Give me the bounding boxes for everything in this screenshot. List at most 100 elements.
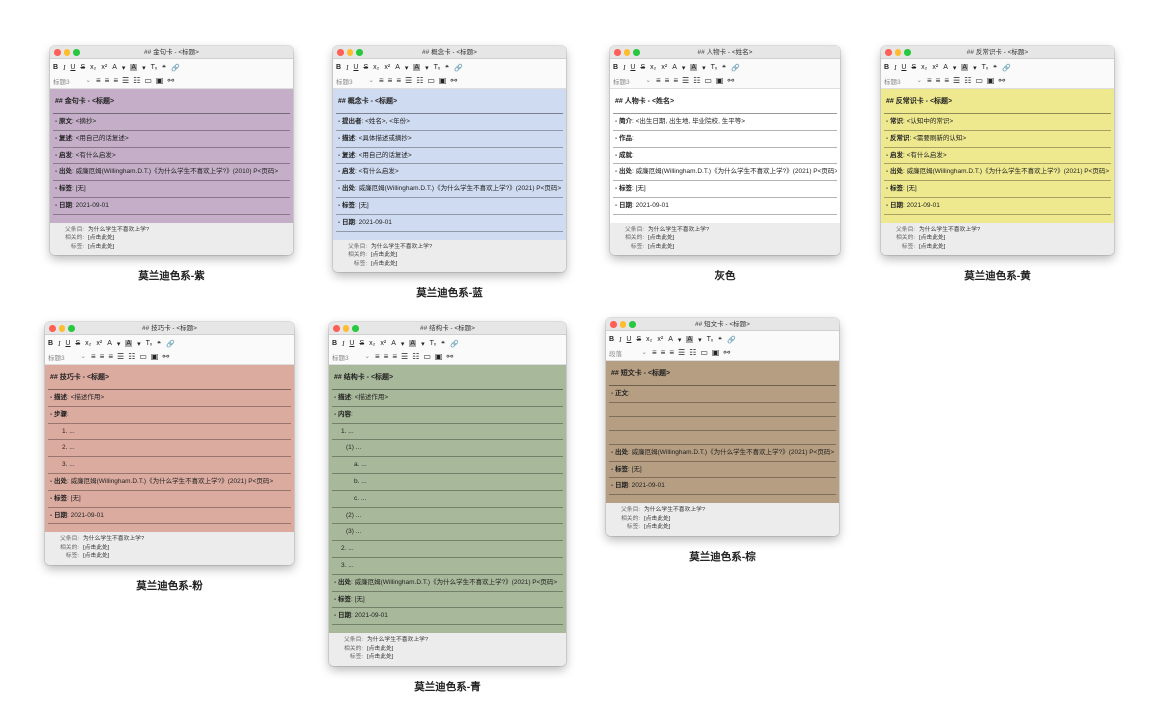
strike-button[interactable]: S bbox=[80, 64, 85, 71]
superscript-button[interactable]: x² bbox=[932, 64, 938, 71]
align-left-icon[interactable]: ≡ bbox=[927, 76, 932, 85]
align-center-icon[interactable]: ≡ bbox=[384, 352, 389, 361]
tags-field-value[interactable]: [点击此处] bbox=[644, 523, 670, 532]
parent-field-value[interactable]: 为什么学生不喜欢上学? bbox=[648, 226, 709, 235]
close-button[interactable] bbox=[337, 49, 344, 56]
strike-button[interactable]: S bbox=[363, 64, 368, 71]
find-icon[interactable]: ⚯ bbox=[723, 348, 730, 357]
subscript-button[interactable]: x₂ bbox=[369, 340, 375, 347]
font-color-button[interactable]: A bbox=[672, 64, 677, 71]
clear-format-button[interactable]: Tₓ bbox=[707, 336, 714, 343]
related-field-value[interactable]: [点击此处] bbox=[367, 645, 393, 654]
bold-button[interactable]: B bbox=[332, 340, 337, 347]
font-color-button[interactable]: A bbox=[107, 340, 112, 347]
parent-field-value[interactable]: 为什么学生不喜欢上学? bbox=[371, 243, 432, 252]
minimize-button[interactable] bbox=[342, 325, 349, 332]
align-center-icon[interactable]: ≡ bbox=[388, 76, 393, 85]
minimize-button[interactable] bbox=[894, 49, 901, 56]
tags-field-value[interactable]: [点击此处] bbox=[371, 260, 397, 269]
font-color-dropdown-button[interactable]: ▾ bbox=[682, 64, 686, 72]
indent-icon[interactable]: ▭ bbox=[975, 76, 983, 85]
superscript-button[interactable]: x² bbox=[96, 340, 102, 347]
paragraph-style-select[interactable]: 标题3 ⌄ bbox=[884, 76, 922, 86]
find-icon[interactable]: ⚯ bbox=[727, 76, 734, 85]
note-content[interactable]: ## 反常识卡 - <标题> - 常识: <认知中的常识> - 反常识: <需要刷新… bbox=[881, 89, 1114, 223]
bold-button[interactable]: B bbox=[609, 336, 614, 343]
italic-button[interactable]: I bbox=[342, 340, 344, 348]
font-color-button[interactable]: A bbox=[391, 340, 396, 347]
align-right-icon[interactable]: ≡ bbox=[108, 352, 113, 361]
font-color-dropdown-button[interactable]: ▾ bbox=[122, 64, 126, 72]
align-right-icon[interactable]: ≡ bbox=[392, 352, 397, 361]
tags-field-value[interactable]: [点击此处] bbox=[648, 243, 674, 252]
parent-field-value[interactable]: 为什么学生不喜欢上学? bbox=[919, 226, 980, 235]
numbered-list-icon[interactable]: ☷ bbox=[133, 76, 140, 85]
highlight-button[interactable]: A bbox=[409, 340, 417, 347]
subscript-button[interactable]: x₂ bbox=[373, 64, 379, 71]
font-color-button[interactable]: A bbox=[112, 64, 117, 71]
align-left-icon[interactable]: ≡ bbox=[656, 76, 661, 85]
italic-button[interactable]: I bbox=[58, 340, 60, 348]
link-button[interactable]: 🔗 bbox=[166, 340, 175, 348]
close-button[interactable] bbox=[614, 49, 621, 56]
find-icon[interactable]: ⚯ bbox=[450, 76, 457, 85]
subscript-button[interactable]: x₂ bbox=[921, 64, 927, 71]
note-content[interactable]: ## 金句卡 - <标题> - 原文: <摘抄> - 复述: <用自己的话复述> - … bbox=[50, 89, 293, 223]
font-color-button[interactable]: A bbox=[395, 64, 400, 71]
tags-field-value[interactable]: [点击此处] bbox=[83, 552, 109, 561]
align-right-icon[interactable]: ≡ bbox=[673, 76, 678, 85]
underline-button[interactable]: U bbox=[349, 340, 354, 347]
indent-icon[interactable]: ▭ bbox=[427, 76, 435, 85]
bullet-list-icon[interactable]: ☰ bbox=[678, 348, 685, 357]
table-icon[interactable]: ▣ bbox=[156, 76, 164, 85]
indent-icon[interactable]: ▭ bbox=[704, 76, 712, 85]
link-button[interactable]: 🔗 bbox=[171, 64, 180, 72]
superscript-button[interactable]: x² bbox=[384, 64, 390, 71]
strike-button[interactable]: S bbox=[636, 336, 641, 343]
subscript-button[interactable]: x₂ bbox=[646, 336, 652, 343]
align-center-icon[interactable]: ≡ bbox=[661, 348, 666, 357]
zoom-button[interactable] bbox=[904, 49, 911, 56]
bullet-list-icon[interactable]: ☰ bbox=[401, 352, 408, 361]
parent-field-value[interactable]: 为什么学生不喜欢上学? bbox=[367, 636, 428, 645]
subscript-button[interactable]: x₂ bbox=[90, 64, 96, 71]
clear-format-button[interactable]: Tₓ bbox=[430, 340, 437, 347]
highlight-button[interactable]: A bbox=[125, 340, 133, 347]
highlight-dropdown-button[interactable]: ▾ bbox=[142, 64, 146, 72]
clear-format-button[interactable]: Tₓ bbox=[146, 340, 153, 347]
underline-button[interactable]: U bbox=[901, 64, 906, 71]
italic-button[interactable]: I bbox=[346, 64, 348, 72]
zoom-button[interactable] bbox=[68, 325, 75, 332]
find-icon[interactable]: ⚯ bbox=[167, 76, 174, 85]
indent-icon[interactable]: ▭ bbox=[700, 348, 708, 357]
strike-button[interactable]: S bbox=[359, 340, 364, 347]
font-color-button[interactable]: A bbox=[668, 336, 673, 343]
bold-button[interactable]: B bbox=[48, 340, 53, 347]
table-icon[interactable]: ▣ bbox=[439, 76, 447, 85]
bold-button[interactable]: B bbox=[336, 64, 341, 71]
table-icon[interactable]: ▣ bbox=[712, 348, 720, 357]
underline-button[interactable]: U bbox=[70, 64, 75, 71]
related-field-value[interactable]: [点击此处] bbox=[648, 234, 674, 243]
parent-field-value[interactable]: 为什么学生不喜欢上学? bbox=[88, 226, 149, 235]
link-button[interactable]: 🔗 bbox=[1002, 64, 1011, 72]
highlight-dropdown-button[interactable]: ▾ bbox=[702, 64, 706, 72]
align-center-icon[interactable]: ≡ bbox=[100, 352, 105, 361]
bullet-list-icon[interactable]: ☰ bbox=[682, 76, 689, 85]
link-button[interactable]: 🔗 bbox=[454, 64, 463, 72]
tags-field-value[interactable]: [点击此处] bbox=[88, 243, 114, 252]
bullet-list-icon[interactable]: ☰ bbox=[953, 76, 960, 85]
zoom-button[interactable] bbox=[73, 49, 80, 56]
underline-button[interactable]: U bbox=[65, 340, 70, 347]
paragraph-style-select[interactable]: 标题3 ⌄ bbox=[336, 76, 374, 86]
zoom-button[interactable] bbox=[356, 49, 363, 56]
underline-button[interactable]: U bbox=[630, 64, 635, 71]
italic-button[interactable]: I bbox=[623, 64, 625, 72]
paragraph-style-select[interactable]: 段落 ⌄ bbox=[609, 348, 647, 358]
bullet-list-icon[interactable]: ☰ bbox=[405, 76, 412, 85]
tags-field-value[interactable]: [点击此处] bbox=[919, 243, 945, 252]
close-button[interactable] bbox=[610, 321, 617, 328]
related-field-value[interactable]: [点击此处] bbox=[644, 515, 670, 524]
highlight-dropdown-button[interactable]: ▾ bbox=[137, 340, 141, 348]
font-color-dropdown-button[interactable]: ▾ bbox=[953, 64, 957, 72]
